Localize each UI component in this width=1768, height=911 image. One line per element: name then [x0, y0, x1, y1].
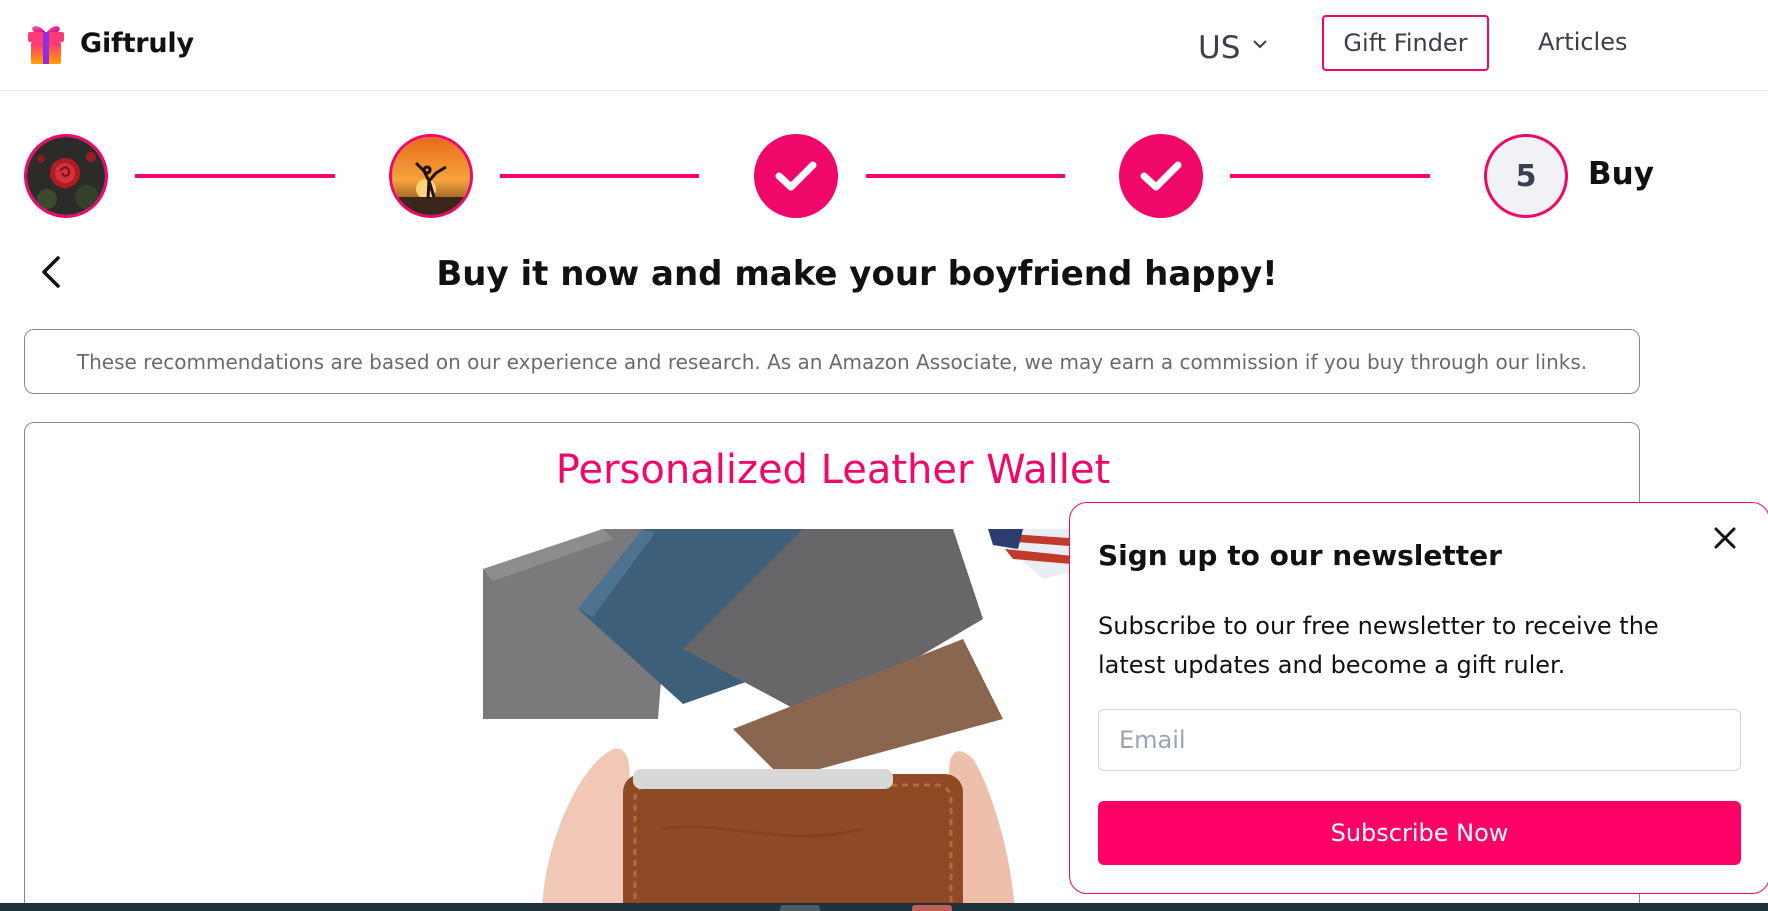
brand-name: Giftruly — [80, 27, 194, 59]
newsletter-popup: Sign up to our newsletter Subscribe to o… — [1069, 502, 1768, 894]
region-selector[interactable]: US — [1198, 30, 1268, 66]
step-connector — [866, 174, 1065, 178]
step-connector — [500, 174, 699, 178]
newsletter-title: Sign up to our newsletter — [1098, 539, 1502, 572]
newsletter-close-button[interactable] — [1708, 521, 1742, 555]
gift-box-icon — [28, 26, 64, 64]
brand-logo[interactable]: Giftruly — [26, 20, 194, 66]
step-4-complete[interactable] — [1119, 134, 1203, 218]
step-2-sunset-photo[interactable] — [389, 134, 473, 218]
check-icon — [775, 161, 817, 191]
affiliate-disclaimer: These recommendations are based on our e… — [24, 329, 1640, 394]
rose-photo-icon — [27, 137, 105, 215]
taskbar-item[interactable] — [780, 905, 820, 911]
sunset-silhouette-icon — [392, 137, 470, 215]
top-navbar: Giftruly US Gift Finder Articles — [0, 0, 1768, 91]
step-1-rose-photo[interactable] — [24, 134, 108, 218]
step-connector — [1230, 174, 1430, 178]
region-label: US — [1198, 30, 1241, 66]
taskbar-item[interactable] — [912, 905, 952, 911]
chevron-down-icon — [1253, 40, 1268, 49]
articles-link[interactable]: Articles — [1538, 28, 1628, 56]
newsletter-description: Subscribe to our free newsletter to rece… — [1098, 612, 1659, 679]
progress-stepper: 5 Buy — [24, 134, 1654, 220]
gift-finder-button[interactable]: Gift Finder — [1322, 15, 1489, 71]
page-title: Buy it now and make your boyfriend happy… — [436, 254, 1278, 294]
taskbar-strip — [0, 903, 1768, 911]
email-input[interactable] — [1098, 709, 1741, 771]
step-connector — [135, 174, 335, 178]
step-label-buy: Buy — [1588, 156, 1654, 192]
check-icon — [1140, 161, 1182, 191]
subscribe-now-button[interactable]: Subscribe Now — [1098, 801, 1741, 865]
close-icon — [1714, 527, 1736, 549]
product-title[interactable]: Personalized Leather Wallet — [25, 447, 1639, 493]
step-3-complete[interactable] — [754, 134, 838, 218]
step-5-current: 5 — [1484, 134, 1568, 218]
